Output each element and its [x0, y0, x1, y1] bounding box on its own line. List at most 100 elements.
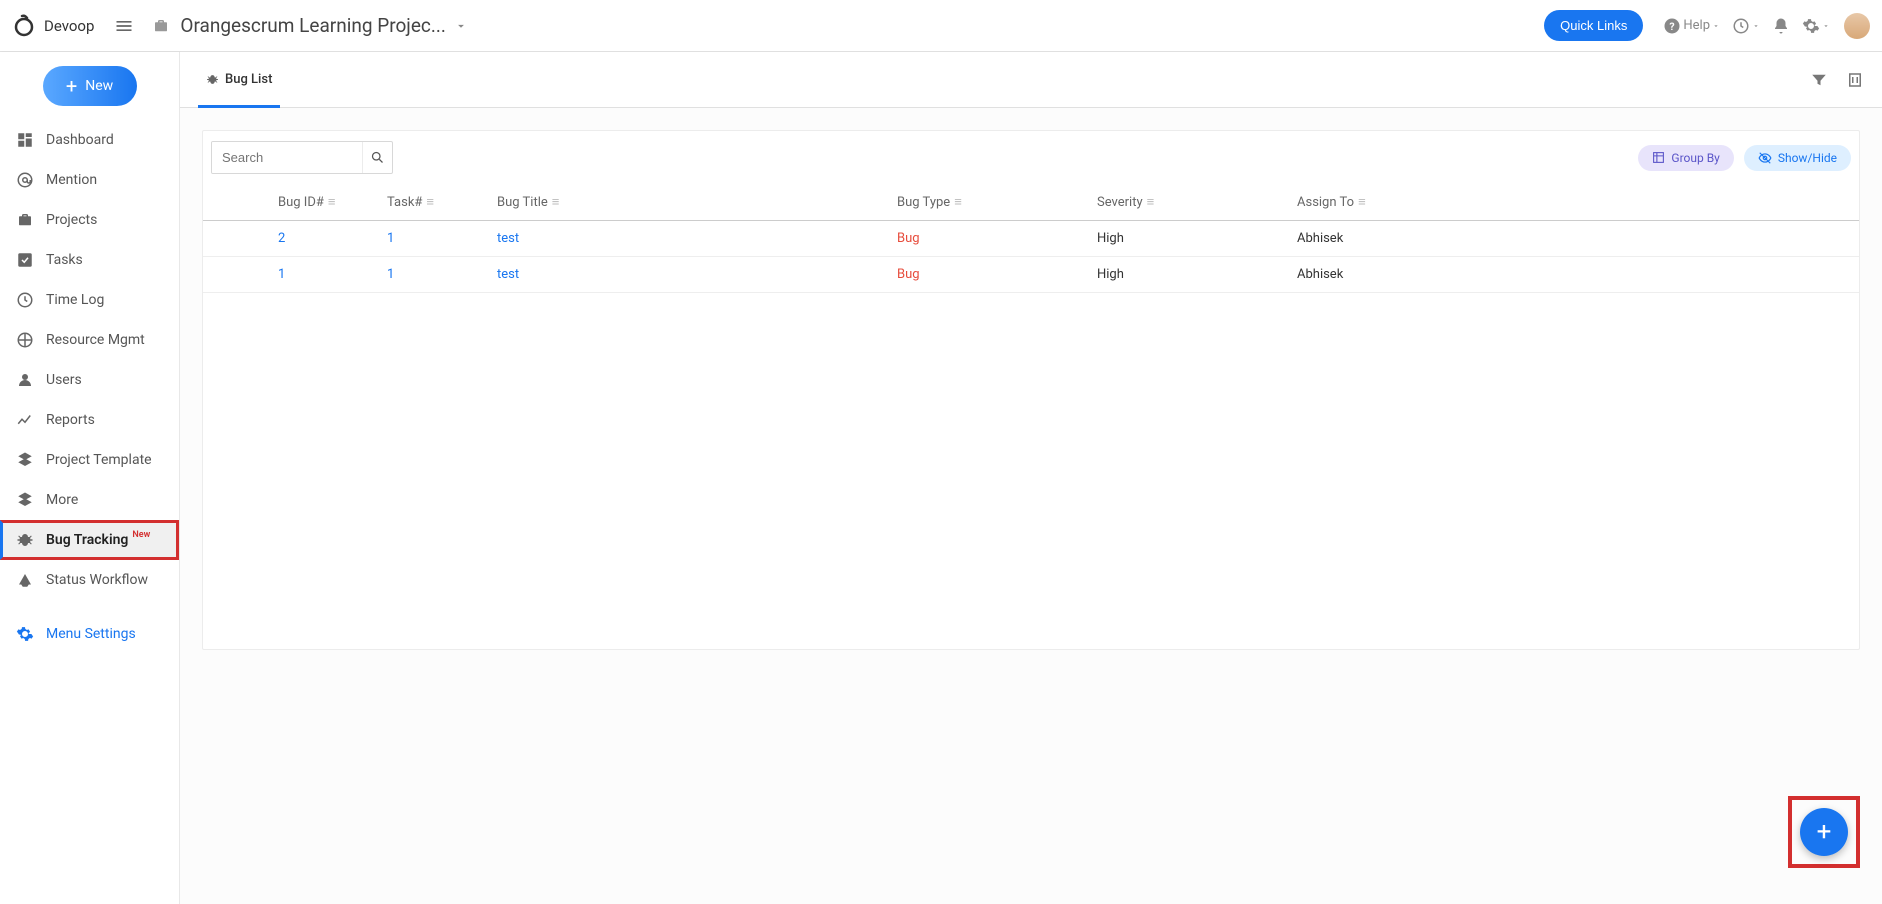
sidebar-item-label: Mention: [46, 172, 97, 188]
task-link[interactable]: 1: [387, 231, 394, 246]
table-row: 21testBugHighAbhisek: [203, 221, 1859, 257]
sidebar-item-project-template[interactable]: Project Template: [0, 440, 179, 480]
plus-icon: +: [1817, 817, 1832, 847]
panel-toolbar: Group By Show/Hide: [203, 131, 1859, 184]
sidebar-item-label: Projects: [46, 212, 97, 228]
assign-value: Abhisek: [1297, 267, 1343, 282]
add-bug-fab[interactable]: +: [1800, 808, 1848, 856]
show-hide-label: Show/Hide: [1778, 151, 1837, 165]
new-badge: New: [132, 530, 150, 540]
bell-icon[interactable]: [1772, 17, 1790, 35]
table-row: 1 1 test Bug High Abhisek: [203, 257, 1859, 293]
search-icon[interactable]: [362, 142, 392, 173]
gear-icon: [16, 625, 34, 643]
reports-icon: [16, 411, 34, 429]
sidebar-item-users[interactable]: Users: [0, 360, 179, 400]
bug-table: Bug ID#≡ Task#≡ Bug Title≡ Bug Type≡ Sev…: [203, 184, 1859, 293]
gear-icon[interactable]: [1802, 17, 1830, 35]
group-by-button[interactable]: Group By: [1638, 145, 1733, 171]
sidebar-item-label: More: [46, 492, 78, 508]
sidebar-item-dashboard[interactable]: Dashboard: [0, 120, 179, 160]
sidebar-item-label: Status Workflow: [46, 572, 148, 588]
bug-type-value: Bug: [897, 267, 920, 282]
filter-icon[interactable]: [1810, 71, 1828, 89]
th-assign[interactable]: Assign To≡: [1283, 184, 1859, 221]
bug-title-link[interactable]: test: [497, 231, 519, 246]
sidebar-item-label: Bug Tracking: [46, 532, 128, 548]
bug-panel: Group By Show/Hide Bug ID#≡ Task#≡ Bug T…: [202, 130, 1860, 650]
projects-icon: [16, 211, 34, 229]
sidebar-item-bug-tracking[interactable]: Bug Tracking New: [0, 520, 179, 560]
avatar[interactable]: [1844, 13, 1870, 39]
workflow-icon: [16, 571, 34, 589]
sort-icon: ≡: [1358, 195, 1366, 210]
users-icon: [16, 371, 34, 389]
sidebar-item-label: Time Log: [46, 292, 104, 308]
search-input[interactable]: [212, 142, 362, 173]
sidebar-item-more[interactable]: More: [0, 480, 179, 520]
th-severity[interactable]: Severity≡: [1083, 184, 1283, 221]
sidebar-item-projects[interactable]: Projects: [0, 200, 179, 240]
bug-icon: [206, 73, 219, 86]
clock-icon[interactable]: [1732, 17, 1760, 35]
export-icon[interactable]: [1846, 71, 1864, 89]
sort-icon: ≡: [426, 195, 434, 210]
help-label: Help: [1683, 18, 1710, 33]
menu-toggle-icon[interactable]: [114, 16, 134, 36]
tasks-icon: [16, 251, 34, 269]
th-type[interactable]: Bug Type≡: [883, 184, 1083, 221]
new-button[interactable]: + New: [43, 66, 137, 106]
more-icon: [16, 491, 34, 509]
th-task[interactable]: Task#≡: [373, 184, 483, 221]
search-wrap: [211, 141, 393, 174]
tab-label: Bug List: [225, 72, 272, 87]
tab-bug-list[interactable]: Bug List: [198, 52, 280, 108]
task-link[interactable]: 1: [387, 267, 394, 282]
th-title[interactable]: Bug Title≡: [483, 184, 883, 221]
sidebar-item-time-log[interactable]: Time Log: [0, 280, 179, 320]
quick-links-button[interactable]: Quick Links: [1544, 10, 1643, 41]
group-by-label: Group By: [1671, 151, 1719, 165]
severity-value: High: [1097, 231, 1124, 246]
mention-icon: [16, 171, 34, 189]
chevron-down-icon[interactable]: [454, 19, 468, 33]
sort-icon: ≡: [954, 195, 962, 210]
show-hide-button[interactable]: Show/Hide: [1744, 145, 1851, 171]
sidebar-item-label: Users: [46, 372, 82, 388]
menu-settings-link[interactable]: Menu Settings: [0, 614, 179, 654]
sidebar-item-label: Tasks: [46, 252, 83, 268]
severity-value: High: [1097, 267, 1124, 282]
sidebar: + New Dashboard Mention Projects Tasks Time …: [0, 52, 180, 904]
sidebar-item-reports[interactable]: Reports: [0, 400, 179, 440]
group-icon: [1652, 151, 1665, 164]
sidebar-item-mention[interactable]: Mention: [0, 160, 179, 200]
assign-value: Abhisek: [1297, 231, 1343, 246]
bug-icon: [16, 531, 34, 549]
sort-icon: ≡: [552, 195, 560, 210]
sidebar-item-status-workflow[interactable]: Status Workflow: [0, 560, 179, 600]
svg-text:?: ?: [1670, 19, 1675, 32]
new-button-label: New: [85, 78, 113, 94]
sort-icon: ≡: [1147, 195, 1155, 210]
help-button[interactable]: ? Help: [1663, 17, 1720, 35]
template-icon: [16, 451, 34, 469]
workspace-name[interactable]: Devoop: [44, 17, 94, 35]
project-name[interactable]: Orangescrum Learning Projec...: [180, 14, 446, 37]
resource-icon: [16, 331, 34, 349]
tabbar: Bug List: [180, 52, 1882, 108]
main: Bug List: [180, 52, 1882, 904]
bug-title-link[interactable]: test: [497, 267, 519, 282]
menu-settings-label: Menu Settings: [46, 626, 136, 642]
bug-id-link[interactable]: 1: [278, 267, 285, 282]
app-logo-icon: [12, 14, 36, 38]
sidebar-item-label: Resource Mgmt: [46, 332, 145, 348]
sidebar-item-resource-mgmt[interactable]: Resource Mgmt: [0, 320, 179, 360]
briefcase-icon: [152, 17, 170, 35]
sidebar-item-label: Dashboard: [46, 132, 114, 148]
th-bug-id[interactable]: Bug ID#≡: [203, 184, 373, 221]
plus-icon: +: [66, 76, 77, 96]
sidebar-item-tasks[interactable]: Tasks: [0, 240, 179, 280]
sort-icon: ≡: [328, 195, 336, 210]
sidebar-item-label: Project Template: [46, 452, 152, 468]
bug-id-link[interactable]: 2: [278, 231, 285, 246]
